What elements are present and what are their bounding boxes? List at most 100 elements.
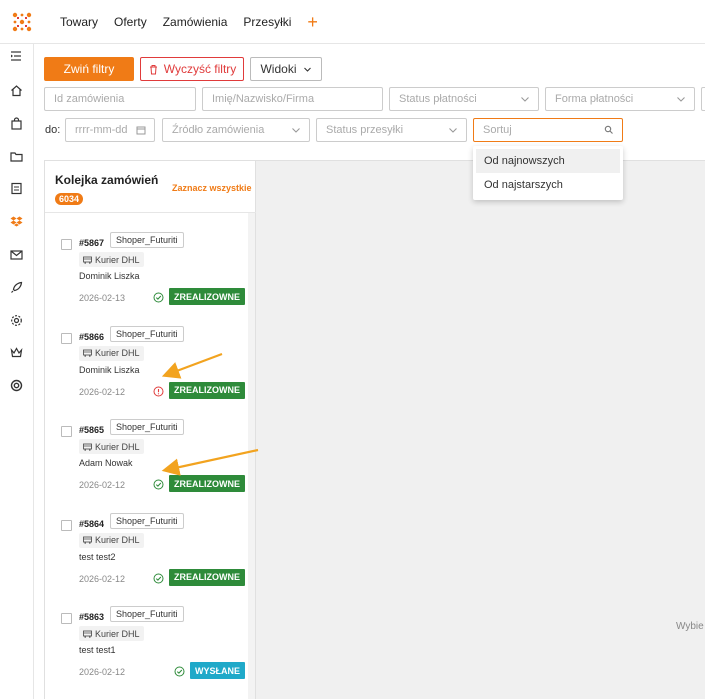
status-badge: ZREALIZOWNE <box>169 568 245 586</box>
order-checkbox[interactable] <box>61 613 72 624</box>
payment-status-placeholder: Status płatności <box>399 93 477 105</box>
courier-label: Kurier DHL <box>95 441 140 452</box>
next-filter-field[interactable] <box>701 87 705 111</box>
sort-dropdown-menu: Od najnowszych Od najstarszych <box>473 146 623 200</box>
order-number[interactable]: #5866 <box>79 332 104 342</box>
mail-icon[interactable] <box>7 245 25 263</box>
search-icon <box>604 125 613 134</box>
name-input[interactable]: Imię/Nazwisko/Firma <box>202 87 383 111</box>
date-to-input[interactable]: rrrr-mm-dd <box>65 118 155 142</box>
chevron-down-icon <box>303 67 311 72</box>
order-card[interactable]: #5865 Shoper_Futuriti Kurier DHL Adam Nowak… <box>45 418 245 508</box>
invoice-icon[interactable] <box>7 179 25 197</box>
courier-tag: Kurier DHL <box>79 252 144 267</box>
customer-name: test test2 <box>79 551 116 562</box>
customer-name: test test1 <box>79 645 116 655</box>
order-checkbox[interactable] <box>61 239 72 250</box>
order-checkbox[interactable] <box>61 332 72 344</box>
empty-state-hint: Wybie <box>676 621 704 632</box>
sort-option-newest[interactable]: Od najnowszych <box>476 149 620 173</box>
nav-oferty[interactable]: Oferty <box>114 15 147 29</box>
chevron-down-icon <box>677 97 685 102</box>
order-date: 2026-02-13 <box>79 293 126 303</box>
courier-label: Kurier DHL <box>95 628 140 639</box>
date-to-label: do: <box>45 124 61 136</box>
customer-name: Adam Nowak <box>79 458 133 468</box>
status-badge: ZREALIZOWNE <box>169 288 245 305</box>
alert-circle-icon <box>153 386 164 396</box>
views-label: Widoki <box>260 62 297 76</box>
calendar-icon <box>136 126 146 135</box>
order-number[interactable]: #5864 <box>79 519 104 529</box>
support-icon[interactable] <box>7 376 25 394</box>
rocket-icon[interactable] <box>7 278 25 296</box>
check-circle-icon <box>174 666 185 677</box>
check-circle-icon <box>153 573 164 583</box>
menu-toggle-icon[interactable] <box>7 47 25 65</box>
date-placeholder: rrrr-mm-dd <box>75 124 128 136</box>
clear-filters-button[interactable]: Wyczyść filtry <box>140 57 244 81</box>
courier-tag: Kurier DHL <box>79 532 144 548</box>
order-date: 2026-02-12 <box>79 573 126 584</box>
orders-workspace: Kolejka zamówień 6034 Zaznacz wszystkie … <box>44 160 705 699</box>
crown-icon[interactable] <box>7 343 25 361</box>
logo-icon <box>12 12 32 31</box>
folder-icon[interactable] <box>7 147 25 165</box>
shop-tag: Shoper_Futuriti <box>110 325 184 342</box>
order-number[interactable]: #5865 <box>79 425 104 435</box>
shipment-status-select[interactable]: Status przesyłki <box>316 118 467 142</box>
order-card[interactable]: #5863 Shoper_Futuriti Kurier DHL test test1… <box>45 605 245 695</box>
shop-tag: Shoper_Futuriti <box>110 512 184 529</box>
truck-icon <box>83 349 92 357</box>
truck-icon <box>83 630 92 638</box>
trash-icon <box>149 64 157 74</box>
order-card[interactable]: #5867 Shoper_Futuriti Kurier DHL Dominik Li… <box>45 231 245 321</box>
payment-status-select[interactable]: Status płatności <box>389 87 539 111</box>
order-number[interactable]: #5867 <box>79 238 104 248</box>
views-dropdown-button[interactable]: Widoki <box>250 57 322 81</box>
courier-tag: Kurier DHL <box>79 626 144 641</box>
order-queue-panel: Kolejka zamówień 6034 Zaznacz wszystkie … <box>45 161 256 699</box>
nav-add-button[interactable]: + <box>307 13 318 31</box>
shop-tag: Shoper_Futuriti <box>110 606 184 622</box>
order-checkbox[interactable] <box>61 426 72 437</box>
truck-icon <box>83 443 92 451</box>
app-logo[interactable] <box>0 0 44 44</box>
order-source-placeholder: Źródło zamówienia <box>172 124 265 136</box>
orders-content: Zwiń filtry Wyczyść filtry Widoki Id zam… <box>35 45 705 699</box>
order-source-select[interactable]: Źródło zamówienia <box>162 118 310 142</box>
order-id-input[interactable]: Id zamówienia <box>44 87 196 111</box>
gear-icon[interactable] <box>7 311 25 329</box>
clear-filters-label: Wyczyść filtry <box>163 62 237 76</box>
chevron-down-icon <box>292 128 300 133</box>
nav-zamowienia[interactable]: Zamówienia <box>163 15 228 29</box>
sort-option-oldest[interactable]: Od najstarszych <box>476 173 620 197</box>
select-all-link[interactable]: Zaznacz wszystkie <box>172 183 252 193</box>
payment-form-placeholder: Forma płatności <box>555 93 634 105</box>
customer-name: Dominik Liszka <box>79 364 140 375</box>
sidebar <box>0 44 34 699</box>
shopping-bag-icon[interactable] <box>7 114 25 132</box>
top-navbar: Towary Oferty Zamówienia Przesyłki + <box>0 0 705 44</box>
truck-icon <box>83 256 92 264</box>
courier-label: Kurier DHL <box>95 254 140 265</box>
home-icon[interactable] <box>7 81 25 99</box>
chevron-down-icon <box>521 97 529 102</box>
order-number[interactable]: #5863 <box>79 612 104 622</box>
payment-form-select[interactable]: Forma płatności <box>545 87 695 111</box>
order-date: 2026-02-12 <box>79 386 126 397</box>
nav-towary[interactable]: Towary <box>60 15 98 29</box>
check-circle-icon <box>153 479 164 490</box>
sort-select[interactable]: Sortuj <box>473 118 623 142</box>
shop-tag: Shoper_Futuriti <box>110 232 184 248</box>
order-card[interactable]: #5866 Shoper_Futuriti Kurier DHL Dominik Li… <box>45 325 245 415</box>
collapse-filters-button[interactable]: Zwiń filtry <box>44 57 134 81</box>
dropbox-icon[interactable] <box>7 212 25 230</box>
queue-title: Kolejka zamówień <box>55 173 159 187</box>
check-circle-icon <box>153 292 164 303</box>
order-checkbox[interactable] <box>61 519 72 531</box>
nav-przesylki[interactable]: Przesyłki <box>243 15 291 29</box>
queue-scrollbar[interactable] <box>248 213 255 699</box>
order-card[interactable]: #5864 Shoper_Futuriti Kurier DHL test test2… <box>45 512 245 602</box>
sort-placeholder: Sortuj <box>483 124 512 136</box>
